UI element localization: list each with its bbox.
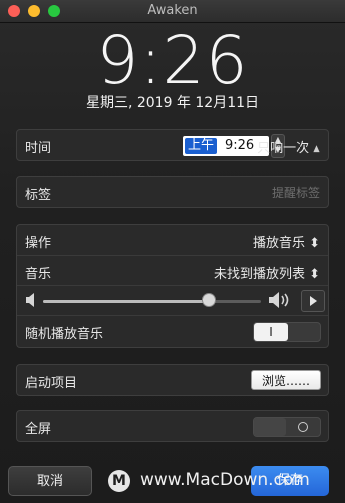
repeat-value: 只响一次 bbox=[257, 141, 310, 156]
title-bar: Awaken bbox=[0, 0, 345, 23]
fullscreen-panel: 全屏 bbox=[16, 410, 329, 442]
music-value: 未找到播放列表 bbox=[213, 267, 305, 282]
volume-slider-fill bbox=[43, 300, 209, 303]
time-row: 时间 上午 9:26 ▲ ▼ 只响一次 ▲ bbox=[17, 130, 328, 160]
watermark-text: www.MacDown.com bbox=[140, 470, 310, 490]
volume-slider-thumb[interactable] bbox=[201, 293, 216, 307]
time-value[interactable]: 9:26 bbox=[225, 138, 254, 154]
cancel-button[interactable]: 取消 bbox=[8, 466, 92, 496]
macdown-logo-icon: M bbox=[108, 470, 130, 492]
time-panel: 时间 上午 9:26 ▲ ▼ 只响一次 ▲ bbox=[16, 129, 329, 161]
shuffle-toggle[interactable]: I bbox=[253, 322, 321, 342]
date-display: 星期三, 2019 年 12月11日 bbox=[85, 95, 260, 111]
music-row: 音乐 未找到播放列表 ⬍ bbox=[17, 255, 328, 285]
tag-row: 标签 提醒标签 bbox=[17, 177, 328, 207]
action-value: 播放音乐 bbox=[252, 236, 305, 251]
updown-chevron-icon: ⬍ bbox=[309, 236, 320, 251]
updown-chevron-icon: ▲ bbox=[313, 144, 320, 154]
music-select[interactable]: 未找到播放列表 ⬍ bbox=[214, 263, 320, 282]
volume-slider[interactable] bbox=[43, 300, 261, 303]
music-label: 音乐 bbox=[25, 267, 52, 282]
awaken-window: Awaken 9:26 星期三, 2019 年 12月11日 时间 上午 9:2… bbox=[0, 0, 345, 503]
tag-panel: 标签 提醒标签 bbox=[16, 176, 329, 208]
play-icon bbox=[310, 296, 317, 306]
tag-label: 标签 bbox=[25, 188, 52, 203]
play-button[interactable] bbox=[301, 290, 325, 312]
time-label: 时间 bbox=[25, 141, 52, 156]
toggle-off-circle-icon bbox=[298, 422, 308, 432]
ampm-field[interactable]: 上午 bbox=[185, 138, 218, 154]
action-row: 操作 播放音乐 ⬍ bbox=[17, 225, 328, 255]
volume-low-icon bbox=[26, 293, 34, 307]
shuffle-row: 随机播放音乐 I bbox=[17, 315, 328, 345]
window-title: Awaken bbox=[147, 3, 198, 18]
action-panel: 操作 播放音乐 ⬍ 音乐 未找到播放列表 ⬍ 随机播放音乐 I bbox=[16, 224, 329, 348]
startup-panel: 启动项目 浏览…… bbox=[16, 364, 329, 396]
action-label: 操作 bbox=[25, 236, 52, 251]
fullscreen-label: 全屏 bbox=[25, 422, 52, 437]
clock-display: 9:26 bbox=[96, 22, 249, 99]
volume-row bbox=[17, 285, 328, 315]
startup-label: 启动项目 bbox=[25, 376, 78, 391]
volume-high-icon bbox=[269, 292, 289, 308]
action-select[interactable]: 播放音乐 ⬍ bbox=[253, 232, 320, 251]
startup-row: 启动项目 浏览…… bbox=[17, 365, 328, 395]
shuffle-label: 随机播放音乐 bbox=[25, 327, 104, 342]
browse-button[interactable]: 浏览…… bbox=[251, 370, 321, 390]
repeat-select[interactable]: 只响一次 ▲ bbox=[257, 137, 320, 156]
fullscreen-row: 全屏 bbox=[17, 411, 328, 441]
fullscreen-toggle-knob bbox=[254, 418, 286, 436]
shuffle-toggle-knob: I bbox=[254, 323, 288, 341]
updown-chevron-icon: ⬍ bbox=[309, 267, 320, 282]
tag-input[interactable]: 提醒标签 bbox=[272, 184, 320, 201]
fullscreen-toggle[interactable] bbox=[253, 417, 321, 437]
